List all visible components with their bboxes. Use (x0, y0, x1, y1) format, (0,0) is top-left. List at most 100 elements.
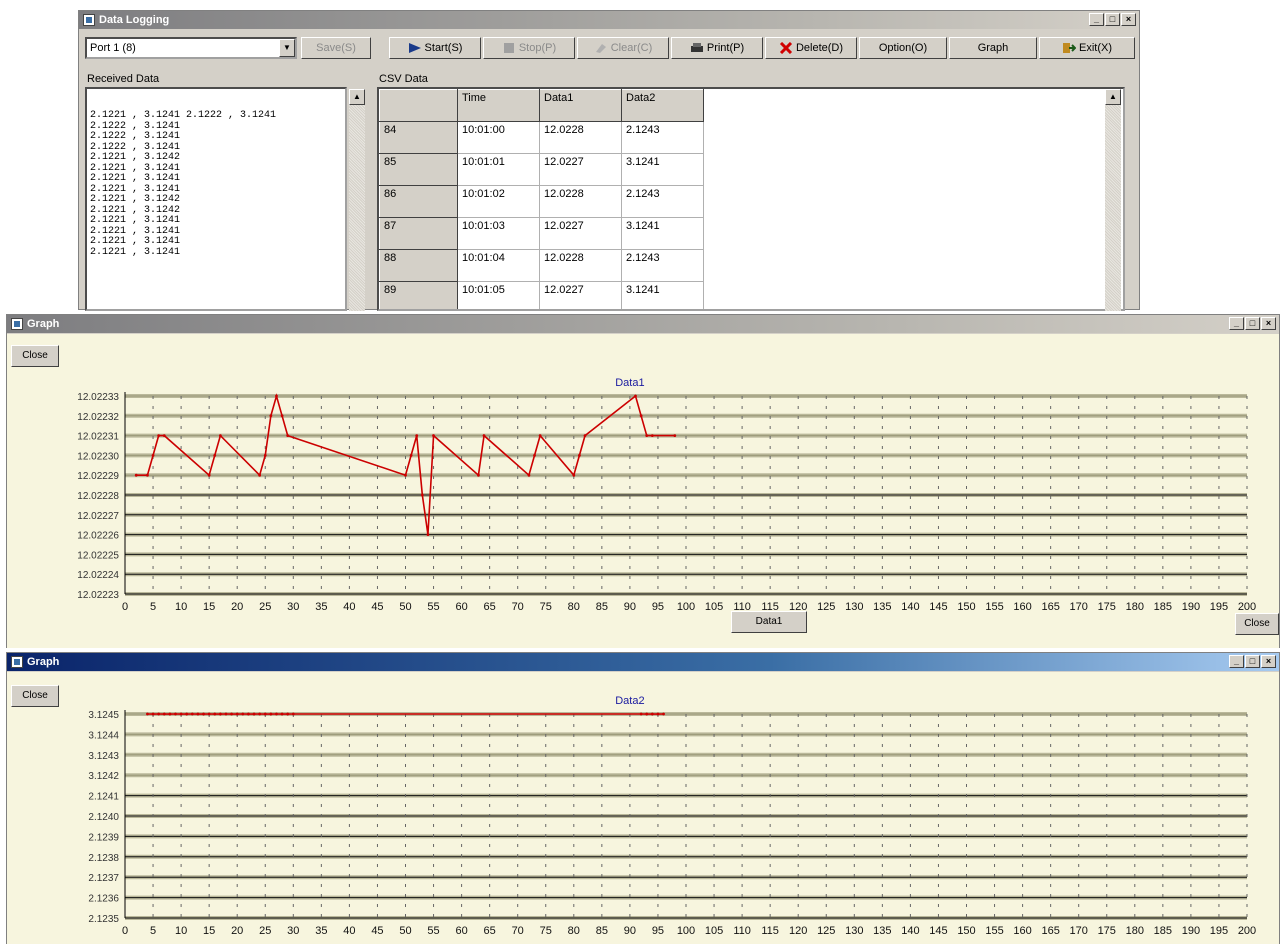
received-data-list[interactable]: 2.1221 , 3.1241 2.1222 , 3.1241 2.1222 , … (85, 87, 347, 311)
save-button[interactable]: Save(S) (301, 37, 371, 59)
table-cell[interactable]: 2.1243 (621, 249, 704, 282)
scroll-up-icon[interactable]: ▲ (1105, 89, 1121, 105)
data-point (578, 454, 581, 457)
maximize-button[interactable]: □ (1245, 317, 1260, 330)
port-select[interactable]: Port 1 (8) ▼ (85, 37, 297, 59)
delete-button[interactable]: Delete(D) (765, 37, 857, 59)
table-cell[interactable]: 12.0227 (539, 153, 622, 186)
table-row[interactable]: 88 10:01:04 12.0228 2.1243 (379, 249, 704, 282)
ytick-label: 2.1240 (88, 812, 119, 823)
table-row[interactable]: 89 10:01:05 12.0227 3.1241 (379, 281, 704, 309)
data-point (168, 712, 172, 716)
start-button[interactable]: Start(S) (389, 37, 481, 59)
option-button[interactable]: Option(O) (859, 37, 947, 59)
table-cell[interactable]: 3.1241 (621, 281, 704, 309)
received-scrollbar[interactable]: ▲ (349, 89, 365, 311)
column-header[interactable]: Data1 (539, 89, 622, 122)
column-header[interactable] (379, 89, 458, 122)
xtick-label: 125 (817, 925, 835, 937)
table-cell[interactable]: 10:01:00 (457, 121, 540, 154)
maximize-button[interactable]: □ (1105, 13, 1120, 26)
close-button[interactable]: × (1261, 317, 1276, 330)
ytick-label: 12.02231 (77, 432, 119, 443)
graph-window-data1: Graph _ □ × Close Data1 12.02233 12.02232 1… (6, 314, 1280, 648)
maximize-button[interactable]: □ (1245, 655, 1260, 668)
table-cell[interactable]: 3.1241 (621, 217, 704, 250)
graph-button[interactable]: Graph (949, 37, 1037, 59)
graph-window-data2: Graph _ □ × Close Data2 3.1245 3.1244 3.124… (6, 652, 1280, 944)
ytick-label: 12.02229 (77, 471, 119, 482)
xtick-label: 70 (512, 925, 524, 937)
xtick-label: 200 (1238, 925, 1256, 937)
data-point (241, 712, 245, 716)
row-header[interactable]: 87 (379, 217, 458, 250)
table-cell[interactable]: 10:01:02 (457, 185, 540, 218)
data-point (662, 712, 665, 716)
xtick-label: 160 (1013, 601, 1031, 613)
xtick-label: 75 (540, 601, 552, 613)
chevron-down-icon[interactable]: ▼ (279, 39, 295, 57)
exit-button[interactable]: Exit(X) (1039, 37, 1135, 59)
table-row[interactable]: 87 10:01:03 12.0227 3.1241 (379, 217, 704, 250)
graph-label: Graph (977, 42, 1009, 54)
minimize-button[interactable]: _ (1089, 13, 1104, 26)
xtick-label: 150 (957, 601, 975, 613)
data-point (404, 473, 407, 477)
xtick-label: 175 (1098, 601, 1116, 613)
table-cell[interactable]: 10:01:01 (457, 153, 540, 186)
scroll-up-icon[interactable]: ▲ (349, 89, 365, 105)
delete-x-icon (779, 42, 793, 54)
xtick-label: 75 (540, 925, 552, 937)
table-cell[interactable]: 2.1243 (621, 185, 704, 218)
table-cell[interactable]: 12.0228 (539, 185, 622, 218)
table-cell[interactable]: 10:01:04 (457, 249, 540, 282)
close-button[interactable]: × (1121, 13, 1136, 26)
table-cell[interactable]: 12.0227 (539, 217, 622, 250)
table-row[interactable]: 85 10:01:01 12.0227 3.1241 (379, 153, 704, 186)
clear-button[interactable]: Clear(C) (577, 37, 669, 59)
table-cell[interactable]: 10:01:05 (457, 281, 540, 309)
printer-icon (690, 43, 703, 52)
xtick-label: 185 (1154, 925, 1172, 937)
table-row[interactable]: 86 10:01:02 12.0228 2.1243 (379, 185, 704, 218)
table-cell[interactable]: 2.1243 (621, 121, 704, 154)
xtick-label: 90 (624, 925, 636, 937)
chart-title: Data1 (615, 377, 644, 389)
stop-button[interactable]: Stop(P) (483, 37, 575, 59)
ytick-label: 2.1237 (88, 873, 119, 884)
row-header[interactable]: 84 (379, 121, 458, 154)
row-header[interactable]: 85 (379, 153, 458, 186)
minimize-button[interactable]: _ (1229, 655, 1244, 668)
row-header[interactable]: 86 (379, 185, 458, 218)
csv-scrollbar[interactable]: ▲ (1105, 89, 1121, 311)
table-row[interactable]: 84 10:01:00 12.0228 2.1243 (379, 121, 704, 154)
column-header[interactable]: Time (457, 89, 540, 122)
ytick-label: 3.1244 (88, 730, 119, 741)
data-point (286, 434, 290, 437)
minimize-button[interactable]: _ (1229, 317, 1244, 330)
chart-title: Data2 (615, 695, 644, 707)
app-icon (83, 14, 95, 26)
data-point (213, 454, 217, 457)
table-cell[interactable]: 12.0228 (539, 121, 622, 154)
xtick-label: 80 (568, 601, 580, 613)
xtick-label: 165 (1041, 601, 1059, 613)
row-header[interactable]: 89 (379, 281, 458, 309)
csv-data-label: CSV Data (379, 73, 428, 85)
data-point (157, 712, 161, 716)
column-header[interactable]: Data2 (621, 89, 704, 122)
table-cell[interactable]: 12.0227 (539, 281, 622, 309)
print-button[interactable]: Print(P) (671, 37, 763, 59)
table-cell[interactable]: 12.0228 (539, 249, 622, 282)
row-header[interactable]: 88 (379, 249, 458, 282)
close-button[interactable]: × (1261, 655, 1276, 668)
data1-button[interactable]: Data1 (731, 611, 807, 633)
table-cell[interactable]: 10:01:03 (457, 217, 540, 250)
xtick-label: 145 (929, 601, 947, 613)
csv-data-grid[interactable]: Time Data1 Data2 84 10:01:00 12.0228 2.1243 85 1… (377, 87, 1125, 311)
xtick-label: 45 (371, 601, 383, 613)
side-close-button[interactable]: Close (1235, 613, 1279, 635)
ytick-label: 12.02233 (77, 392, 119, 403)
stop-label: Stop(P) (518, 42, 557, 54)
table-cell[interactable]: 3.1241 (621, 153, 704, 186)
